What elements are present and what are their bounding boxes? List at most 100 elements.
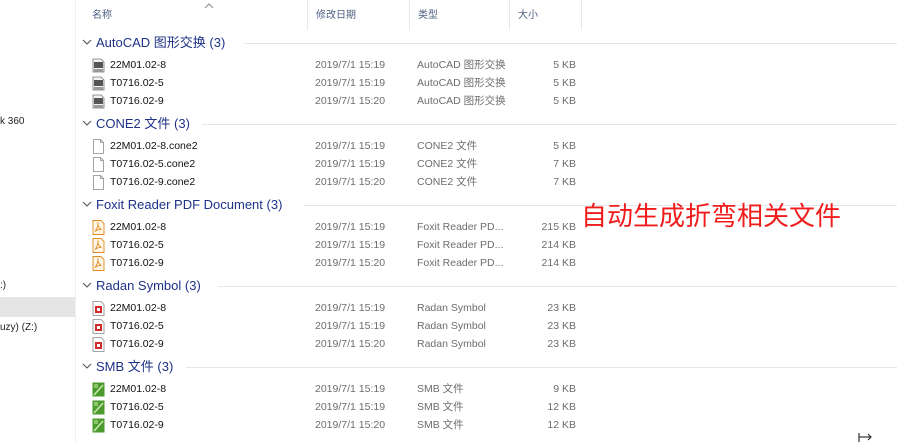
file-type: CONE2 文件 <box>417 140 478 152</box>
file-type: Radan Symbol <box>417 302 486 314</box>
file-size: 5 KB <box>553 140 576 152</box>
file-row[interactable]: T0716.02-9.cone2 2019/7/1 15:20 CONE2 文件 7 … <box>76 173 897 191</box>
file-row[interactable]: T0716.02-9 2019/7/1 15:20 Radan Symbol 23 K… <box>76 335 897 353</box>
file-row[interactable]: 22M01.02-8.cone2 2019/7/1 15:19 CONE2 文件 5 … <box>76 137 897 155</box>
group-title: Radan Symbol (3) <box>96 278 201 293</box>
chevron-down-icon[interactable] <box>82 361 92 371</box>
file-date: 2019/7/1 15:19 <box>315 320 386 332</box>
file-name: 22M01.02-8 <box>110 383 167 395</box>
file-name: T0716.02-9 <box>110 338 164 350</box>
group-divider <box>186 367 897 368</box>
file-size: 23 KB <box>547 338 576 350</box>
file-date: 2019/7/1 15:19 <box>315 140 386 152</box>
file-size: 7 KB <box>553 176 576 188</box>
file-row[interactable]: 22M01.02-8 2019/7/1 15:19 Radan Symbol 23 K… <box>76 299 897 317</box>
file-size: 9 KB <box>553 383 576 395</box>
file-date: 2019/7/1 15:19 <box>315 401 386 413</box>
file-size: 23 KB <box>547 302 576 314</box>
pdf-file-icon <box>92 238 105 253</box>
file-date: 2019/7/1 15:19 <box>315 239 386 251</box>
blank-file-icon <box>93 157 104 172</box>
nav-item-360[interactable]: k 360 <box>0 112 75 132</box>
column-header-size-label: 大小 <box>518 10 538 21</box>
file-row[interactable]: T0716.02-5 2019/7/1 15:19 Radan Symbol 23 K… <box>76 317 897 335</box>
group-header[interactable]: CONE2 文件 (3) <box>76 113 897 135</box>
column-header-size[interactable]: 大小 <box>510 0 582 30</box>
column-header-type[interactable]: 类型 <box>410 0 510 30</box>
smb-file-icon <box>92 400 105 415</box>
file-row[interactable]: T0716.02-9 2019/7/1 15:20 Foxit Reader PD.… <box>76 254 897 272</box>
file-row[interactable]: 22M01.02-8 2019/7/1 15:19 SMB 文件 9 KB <box>76 380 897 398</box>
file-row[interactable]: T0716.02-5 2019/7/1 15:19 Foxit Reader PD.… <box>76 236 897 254</box>
nav-item-label: :) <box>0 280 7 291</box>
file-name: T0716.02-5.cone2 <box>110 158 196 170</box>
chevron-down-icon[interactable] <box>82 280 92 290</box>
resize-cursor-icon <box>858 433 872 442</box>
file-date: 2019/7/1 15:20 <box>315 419 386 431</box>
file-name: 22M01.02-8 <box>110 302 167 314</box>
chevron-down-icon[interactable] <box>82 37 92 47</box>
file-type: Foxit Reader PD... <box>417 257 504 269</box>
column-header-bar: 名称 修改日期 类型 大小 <box>76 0 897 32</box>
group-title: AutoCAD 图形交换 (3) <box>96 35 226 50</box>
file-type: Radan Symbol <box>417 320 486 332</box>
annotation-caption: 自动生成折弯相关文件 <box>581 202 842 232</box>
column-header-name[interactable]: 名称 <box>84 0 308 30</box>
file-date: 2019/7/1 15:19 <box>315 302 386 314</box>
file-row[interactable]: T0716.02-9 2019/7/1 15:20 SMB 文件 12 KB <box>76 416 897 434</box>
file-size: 5 KB <box>553 77 576 89</box>
pdf-file-icon <box>92 256 105 271</box>
file-type: SMB 文件 <box>417 419 464 431</box>
file-date: 2019/7/1 15:19 <box>315 77 386 89</box>
dxf-file-icon <box>92 94 105 109</box>
group-header[interactable]: AutoCAD 图形交换 (3) <box>76 32 897 54</box>
group-title: CONE2 文件 (3) <box>96 116 190 131</box>
nav-item-label: uzy) (Z:) <box>0 322 38 333</box>
radan-symbol-icon <box>92 319 105 334</box>
dxf-file-icon <box>92 76 105 91</box>
group-title: Foxit Reader PDF Document (3) <box>96 197 283 212</box>
file-type: AutoCAD 图形交换 <box>417 95 506 107</box>
nav-item-label: k 360 <box>0 116 25 127</box>
column-header-type-label: 类型 <box>418 10 438 21</box>
file-name: T0716.02-9 <box>110 95 164 107</box>
chevron-down-icon[interactable] <box>82 199 92 209</box>
group-header[interactable]: SMB 文件 (3) <box>76 356 897 378</box>
dxf-file-icon <box>92 58 105 73</box>
nav-item-selected[interactable] <box>0 297 75 317</box>
file-date: 2019/7/1 15:19 <box>315 221 386 233</box>
group-divider <box>202 124 897 125</box>
file-name: T0716.02-5 <box>110 239 164 251</box>
file-row[interactable]: T0716.02-5 2019/7/1 15:19 AutoCAD 图形交换 5 KB <box>76 74 897 92</box>
file-row[interactable]: 22M01.02-8 2019/7/1 15:19 AutoCAD 图形交换 5 KB <box>76 56 897 74</box>
file-size: 214 KB <box>541 239 576 251</box>
file-row[interactable]: T0716.02-5 2019/7/1 15:19 SMB 文件 12 KB <box>76 398 897 416</box>
file-name: 22M01.02-8.cone2 <box>110 140 198 152</box>
file-name: T0716.02-9.cone2 <box>110 176 196 188</box>
file-name: 22M01.02-8 <box>110 221 167 233</box>
file-date: 2019/7/1 15:20 <box>315 176 386 188</box>
file-date: 2019/7/1 15:20 <box>315 257 386 269</box>
radan-symbol-icon <box>92 337 105 352</box>
pdf-file-icon <box>92 220 105 235</box>
blank-file-icon <box>93 139 104 154</box>
file-type: SMB 文件 <box>417 401 464 413</box>
file-date: 2019/7/1 15:20 <box>315 338 386 350</box>
sort-ascending-icon <box>204 3 214 9</box>
file-size: 23 KB <box>547 320 576 332</box>
file-row[interactable]: T0716.02-9 2019/7/1 15:20 AutoCAD 图形交换 5 KB <box>76 92 897 110</box>
chevron-down-icon[interactable] <box>82 118 92 128</box>
nav-item-drive[interactable]: :) <box>0 276 75 296</box>
file-type: AutoCAD 图形交换 <box>417 59 506 71</box>
file-type: CONE2 文件 <box>417 176 478 188</box>
file-row[interactable]: T0716.02-5.cone2 2019/7/1 15:19 CONE2 文件 7 … <box>76 155 897 173</box>
nav-item-network-drive-z[interactable]: uzy) (Z:) <box>0 318 75 338</box>
file-size: 12 KB <box>547 419 576 431</box>
column-header-date-label: 修改日期 <box>316 10 356 21</box>
file-size: 7 KB <box>553 158 576 170</box>
group-header[interactable]: Radan Symbol (3) <box>76 275 897 297</box>
group-divider <box>244 43 897 44</box>
column-header-date[interactable]: 修改日期 <box>308 0 410 30</box>
file-type: Radan Symbol <box>417 338 486 350</box>
blank-file-icon <box>93 175 104 190</box>
